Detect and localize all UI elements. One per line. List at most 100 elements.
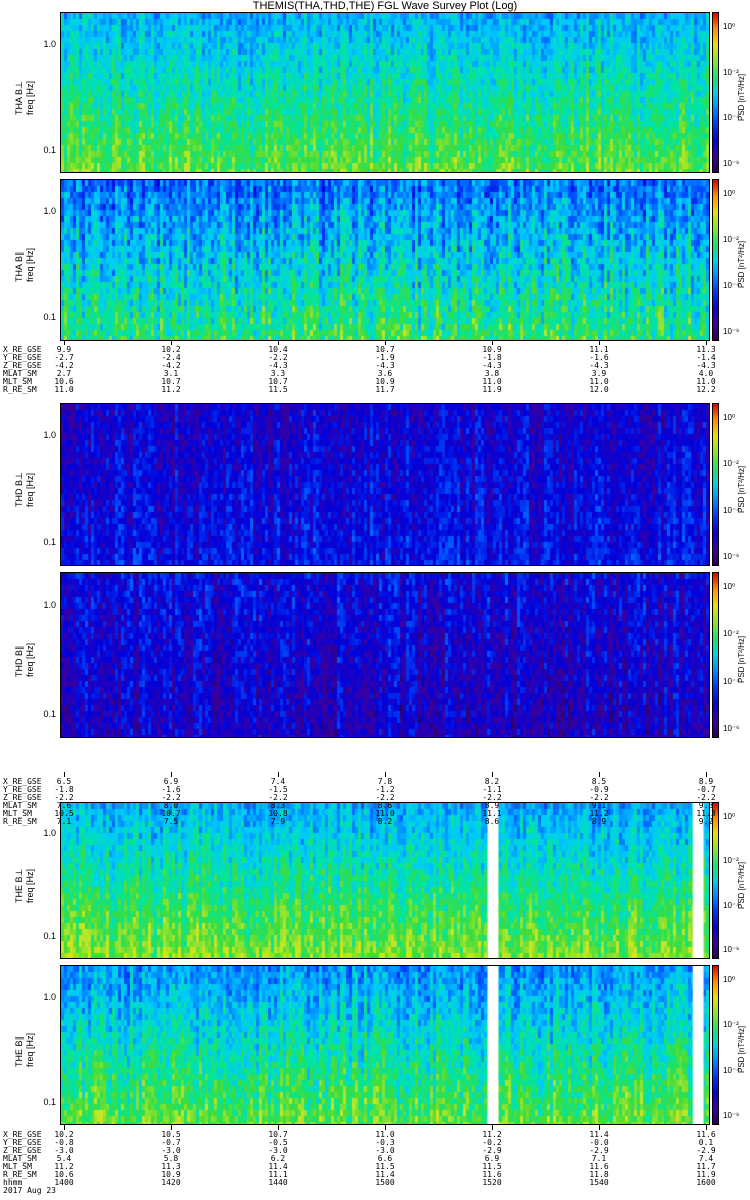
ephemeris-value: 1440 <box>268 1178 288 1187</box>
ephemeris-value: 1400 <box>54 1178 74 1187</box>
ephemeris-row: MLAT_SM 7.6 8.0 8.3 8.6 8.9 9.1 9.3 <box>3 802 743 810</box>
colorbar <box>712 403 719 566</box>
panel-name-label: THD B⊥ <box>14 471 24 507</box>
spectrogram-canvas <box>61 404 709 565</box>
ephemeris-row: Z_RE_GSE -4.2 -4.2 -4.3 -4.3 -4.3 -4.3 -4.3 <box>3 362 743 370</box>
ephemeris-row: MLAT_SM 2.7 3.1 3.3 3.6 3.8 3.9 4.0 <box>3 370 743 378</box>
ephemeris-value: 11.2 <box>161 385 181 394</box>
x-tick-mark <box>385 1125 386 1130</box>
x-tick-mark <box>171 1125 172 1130</box>
ephemeris-value: 7.1 <box>56 817 72 826</box>
y-tick-label: 1.0 <box>43 991 56 1002</box>
ephemeris-value: 1420 <box>161 1178 181 1187</box>
ephemeris-row: Y_RE_GSE -0.8 -0.7 -0.5 -0.3 -0.2 -0.0 0.1 <box>3 1139 743 1147</box>
spectrogram-panel <box>60 572 710 738</box>
ephemeris-value: 8.6 <box>484 817 500 826</box>
y-axis-label: freq [Hz] <box>25 868 35 903</box>
x-tick-mark <box>385 772 386 777</box>
spectrogram-canvas <box>61 966 709 1124</box>
x-tick-mark <box>278 340 279 345</box>
colorbar-tick-label: 10⁰ <box>723 189 736 198</box>
ephemeris-row: R_RE_SM 11.0 11.2 11.5 11.7 11.9 12.0 12.2 <box>3 386 743 394</box>
ephemeris-value: 12.2 <box>696 385 716 394</box>
y-axis-label: freq [Hz] <box>25 80 35 115</box>
colorbar-tick-label: 10⁰ <box>723 975 736 984</box>
colorbar-tick-label: 10⁻⁶ <box>723 1111 740 1120</box>
ephemeris-value: 1520 <box>482 1178 502 1187</box>
ephemeris-row: X_RE_GSE 9.9 10.2 10.4 10.7 10.9 11.1 11.3 <box>3 346 743 354</box>
y-axis-label: freq [Hz] <box>25 642 35 677</box>
ephemeris-row: Y_RE_GSE -1.8 -1.6 -1.5 -1.2 -1.1 -0.9 -0.7 <box>3 786 743 794</box>
colorbar-label: PSD [nT²/Hz] <box>737 240 746 288</box>
x-tick-mark <box>64 772 65 777</box>
ephemeris-value: 12.0 <box>589 385 609 394</box>
colorbar-tick-label: 10⁰ <box>723 413 736 422</box>
y-axis-label: freq [Hz] <box>25 472 35 507</box>
x-tick-mark <box>706 340 707 345</box>
ephemeris-row: MLT_SM 11.2 11.3 11.4 11.5 11.5 11.6 11.7 <box>3 1163 743 1171</box>
spectrogram-canvas <box>61 13 709 172</box>
ephemeris-row: R_RE_SM 7.1 7.5 7.9 8.2 8.6 8.9 9.2 <box>3 818 743 826</box>
ephemeris-value: 8.2 <box>377 817 393 826</box>
ephemeris-value: 9.2 <box>698 817 714 826</box>
x-tick-mark <box>706 772 707 777</box>
x-tick-mark <box>492 340 493 345</box>
ephemeris-row: X_RE_GSE 10.2 10.5 10.7 11.0 11.2 11.4 11.6 <box>3 1131 743 1139</box>
colorbar-label: PSD [nT²/Hz] <box>737 635 746 683</box>
x-tick-mark <box>385 340 386 345</box>
colorbar-tick-label: 10⁻⁶ <box>723 327 740 336</box>
x-tick-mark <box>492 1125 493 1130</box>
x-tick-mark <box>171 340 172 345</box>
ephemeris-variable-name: R_RE_SM <box>3 385 37 394</box>
panel-name-label: THE B⊥ <box>14 868 24 903</box>
ephemeris-row: Y_RE_GSE -2.7 -2.4 -2.2 -1.9 -1.8 -1.6 -1.4 <box>3 354 743 362</box>
spectrogram-canvas <box>61 573 709 737</box>
x-tick-mark <box>599 1125 600 1130</box>
panel-name-label: THA B⊥ <box>14 80 24 115</box>
panel-name-label: THD B∥ <box>14 645 24 678</box>
ephemeris-row: Z_RE_GSE -3.0 -3.0 -3.0 -3.0 -2.9 -2.9 -2.9 <box>3 1147 743 1155</box>
ephemeris-table: X_RE_GSE 6.5 6.9 7.4 7.8 8.2 8.5 8.9 Y_RE_GSE -1.… <box>3 778 743 826</box>
ephemeris-value: 1600 <box>696 1178 716 1187</box>
ephemeris-table: X_RE_GSE 10.2 10.5 10.7 11.0 11.2 11.4 11.6 Y_RE… <box>3 1131 743 1187</box>
x-tick-mark <box>706 1125 707 1130</box>
y-axis-label: freq [Hz] <box>25 1032 35 1067</box>
y-tick-label: 0.1 <box>43 931 56 942</box>
colorbar-gradient <box>713 966 718 1124</box>
ephemeris-table: X_RE_GSE 9.9 10.2 10.4 10.7 10.9 11.1 11.3 Y_RE_… <box>3 346 743 394</box>
ephemeris-value: 7.9 <box>270 817 286 826</box>
chart-title: THEMIS(THA,THD,THE) FGL Wave Survey Plot… <box>252 0 518 12</box>
x-tick-mark <box>599 772 600 777</box>
colorbar-gradient <box>713 573 718 737</box>
ephemeris-row: MLT_SM 10.6 10.7 10.7 10.9 11.0 11.0 11.0 <box>3 378 743 386</box>
colorbar <box>712 179 719 341</box>
y-axis-label: freq [Hz] <box>25 247 35 282</box>
x-tick-mark <box>64 340 65 345</box>
y-tick-label: 0.1 <box>43 1096 56 1107</box>
spectrogram-panel <box>60 965 710 1125</box>
colorbar-tick-label: 10⁻⁶ <box>723 552 740 561</box>
y-tick-label: 1.0 <box>43 38 56 49</box>
spectrogram-panel <box>60 12 710 173</box>
ephemeris-value: 11.9 <box>482 385 502 394</box>
ephemeris-value: 1540 <box>589 1178 609 1187</box>
colorbar-tick-label: 10⁰ <box>723 22 736 31</box>
colorbar-label: PSD [nT²/Hz] <box>737 861 746 909</box>
panel-name-label: THA B∥ <box>14 251 24 282</box>
colorbar-gradient <box>713 180 718 340</box>
y-tick-label: 0.1 <box>43 537 56 548</box>
ephemeris-variable-name: R_RE_SM <box>3 817 37 826</box>
ephemeris-value: 11.7 <box>375 385 395 394</box>
x-tick-mark <box>171 772 172 777</box>
ephemeris-row: X_RE_GSE 6.5 6.9 7.4 7.8 8.2 8.5 8.9 <box>3 778 743 786</box>
y-tick-label: 1.0 <box>43 828 56 839</box>
ephemeris-value: 11.0 <box>54 385 74 394</box>
ephemeris-row: Z_RE_GSE -2.2 -2.2 -2.2 -2.2 -2.2 -2.2 -2.2 <box>3 794 743 802</box>
spectrogram-panel <box>60 179 710 341</box>
colorbar-tick-label: 10⁻⁶ <box>723 724 740 733</box>
y-tick-label: 1.0 <box>43 430 56 441</box>
panel-name-label: THE B∥ <box>14 1035 24 1067</box>
ephemeris-row: MLAT_SM 5.4 5.8 6.2 6.6 6.9 7.1 7.4 <box>3 1155 743 1163</box>
x-tick-mark <box>278 1125 279 1130</box>
y-tick-label: 1.0 <box>43 206 56 217</box>
